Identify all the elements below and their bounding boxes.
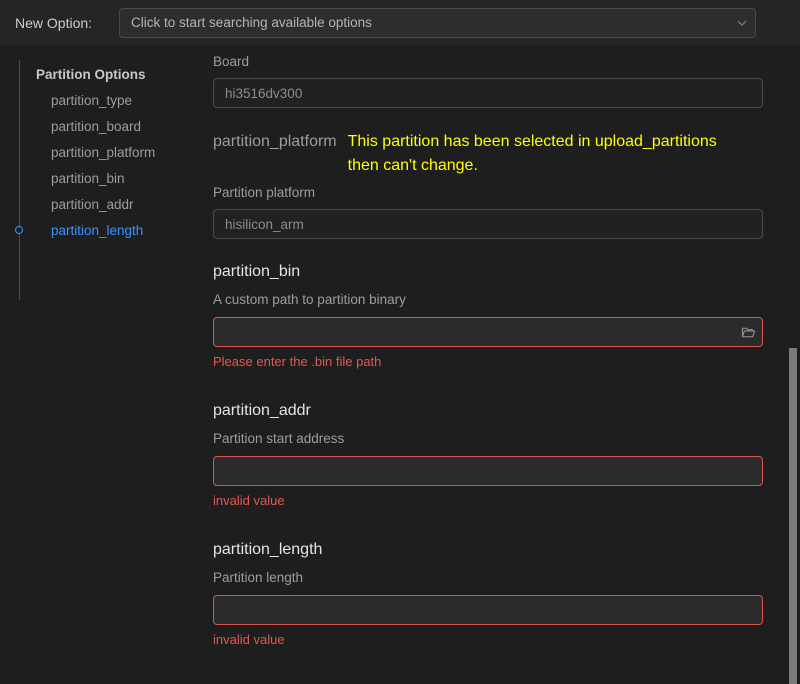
sidebar-item-label: partition_type bbox=[51, 92, 133, 108]
field-warning-text: This partition has been selected in uplo… bbox=[347, 133, 722, 174]
sidebar-nav-list: Partition Options partition_type partitio… bbox=[0, 61, 200, 243]
active-item-marker-icon bbox=[15, 226, 23, 234]
field-input: hi3516dv300 bbox=[213, 78, 763, 108]
sidebar: Partition Options partition_type partitio… bbox=[0, 45, 200, 684]
field-heading: partition_length bbox=[213, 539, 800, 561]
field-partition-platform: partition_platform This partition has bee… bbox=[213, 130, 800, 239]
field-input: hisilicon_arm bbox=[213, 209, 763, 239]
sidebar-item-label: partition_bin bbox=[51, 170, 125, 186]
field-input[interactable] bbox=[213, 317, 763, 347]
field-board: Board hi3516dv300 bbox=[213, 53, 800, 108]
vertical-scrollbar-track[interactable] bbox=[786, 45, 800, 684]
fields-container: Board hi3516dv300 partition_platform This p… bbox=[200, 53, 800, 648]
new-option-label: New Option: bbox=[15, 14, 93, 31]
field-heading-text: partition_bin bbox=[213, 263, 301, 280]
field-heading-text: partition_length bbox=[213, 541, 323, 558]
sidebar-item-label: partition_board bbox=[51, 118, 142, 134]
field-description: Board bbox=[213, 54, 250, 69]
field-partition-addr: partition_addr Partition start address inv… bbox=[213, 400, 800, 509]
field-description: Partition start address bbox=[213, 431, 345, 446]
field-error-message: Please enter the .bin file path bbox=[213, 354, 382, 369]
option-editor-window: New Option: Click to start searching ava… bbox=[0, 0, 800, 684]
field-heading-text: partition_platform bbox=[213, 133, 337, 150]
field-partition-length: partition_length Partition length invalid … bbox=[213, 539, 800, 648]
field-description: Partition platform bbox=[213, 185, 316, 200]
field-input-value: hi3516dv300 bbox=[225, 85, 303, 101]
field-error-message: invalid value bbox=[213, 632, 285, 647]
field-error-message: invalid value bbox=[213, 493, 285, 508]
sidebar-item-partition-platform[interactable]: partition_platform bbox=[0, 139, 200, 165]
field-partition-bin: partition_bin A custom path to partition … bbox=[213, 261, 800, 370]
sidebar-item-partition-board[interactable]: partition_board bbox=[0, 113, 200, 139]
sidebar-item-partition-bin[interactable]: partition_bin bbox=[0, 165, 200, 191]
top-bar: New Option: Click to start searching ava… bbox=[0, 0, 800, 45]
field-heading: partition_platform This partition has bee… bbox=[213, 130, 800, 178]
field-input[interactable] bbox=[213, 595, 763, 625]
chevron-down-icon[interactable] bbox=[729, 8, 755, 38]
sidebar-item-partition-type[interactable]: partition_type bbox=[0, 87, 200, 113]
sidebar-item-label: partition_platform bbox=[51, 144, 156, 160]
vertical-scrollbar-thumb[interactable] bbox=[789, 348, 797, 684]
sidebar-heading: Partition Options bbox=[36, 66, 146, 82]
folder-icon[interactable] bbox=[734, 318, 762, 346]
field-input-value: hisilicon_arm bbox=[225, 216, 304, 232]
sidebar-item-partition-addr[interactable]: partition_addr bbox=[0, 191, 200, 217]
sidebar-item-partition-length[interactable]: partition_length bbox=[0, 217, 200, 243]
field-description: Partition length bbox=[213, 570, 304, 585]
options-form-pane: Board hi3516dv300 partition_platform This p… bbox=[200, 45, 800, 684]
field-description: A custom path to partition binary bbox=[213, 292, 406, 307]
field-heading: partition_addr bbox=[213, 400, 800, 422]
field-input[interactable] bbox=[213, 456, 763, 486]
sidebar-item-label: partition_addr bbox=[51, 196, 134, 212]
option-search-combobox[interactable]: Click to start searching available optio… bbox=[119, 7, 757, 38]
field-heading: partition_bin bbox=[213, 261, 800, 283]
option-search-placeholder: Click to start searching available optio… bbox=[131, 15, 372, 30]
sidebar-item-label: partition_length bbox=[51, 222, 144, 238]
field-heading-text: partition_addr bbox=[213, 402, 311, 419]
